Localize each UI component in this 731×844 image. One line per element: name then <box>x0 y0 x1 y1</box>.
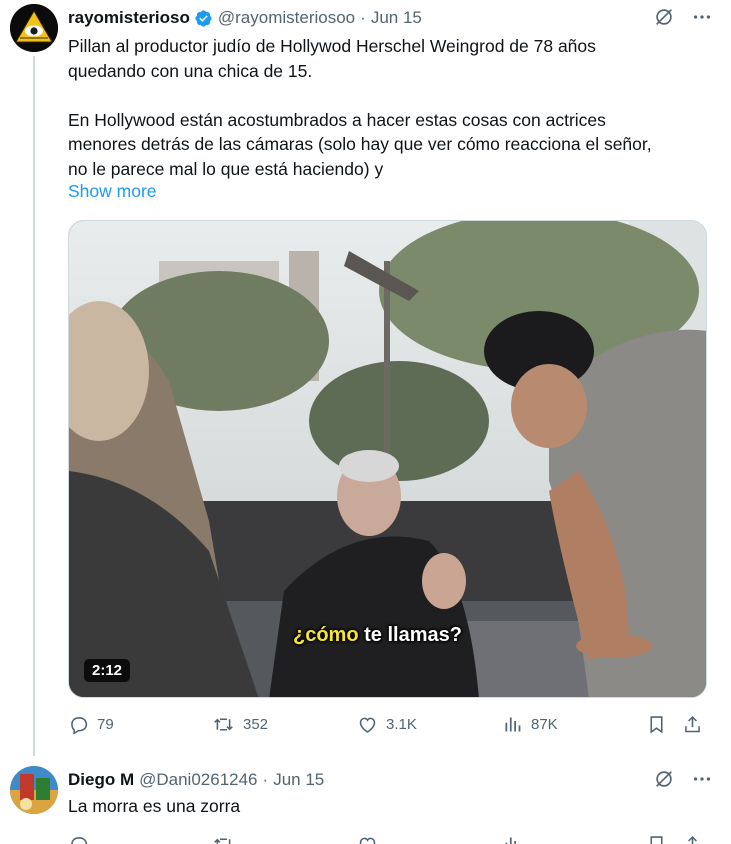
share-icon <box>685 715 700 733</box>
tweet-text-line: quedando con una chica de 15. <box>68 60 313 81</box>
tweet-top-icons <box>653 6 713 28</box>
grok-icon[interactable] <box>653 768 675 790</box>
video-duration-badge: 2:12 <box>84 659 131 682</box>
like-button[interactable]: 3.1K <box>357 714 417 735</box>
reply-actions <box>68 834 713 844</box>
more-icon[interactable] <box>691 6 713 28</box>
tweet-text-line: Pillan al productor judío de Hollywod He… <box>68 36 596 56</box>
reply-tweet[interactable]: Diego M @Dani0261246 · Jun 15 La morra e… <box>0 756 731 844</box>
thread-line <box>33 56 35 756</box>
reply-header: Diego M @Dani0261246 · Jun 15 <box>68 770 324 790</box>
repost-icon <box>214 718 233 731</box>
author-name[interactable]: rayomisterioso <box>68 8 190 28</box>
reply-author-avatar[interactable] <box>10 766 58 814</box>
views-count: 87K <box>531 716 558 733</box>
reply-top-icons <box>653 768 713 790</box>
like-icon <box>359 717 376 733</box>
repost-icon[interactable] <box>212 834 235 844</box>
share-icon[interactable] <box>682 834 703 844</box>
like-icon[interactable] <box>357 834 378 844</box>
share-button[interactable] <box>682 714 703 735</box>
bookmark-button[interactable] <box>646 714 667 735</box>
reply-author-name[interactable]: Diego M <box>68 770 134 790</box>
views-button[interactable]: 87K <box>502 714 558 735</box>
reply-icon[interactable] <box>68 834 89 844</box>
video-subtitle: ¿cómo te llamas? <box>293 624 462 647</box>
views-icon <box>505 717 521 732</box>
reply-author-handle[interactable]: @Dani0261246 <box>139 770 257 790</box>
subtitle-text: te llamas? <box>364 624 462 646</box>
reply-text: La morra es una zorra <box>68 796 241 816</box>
like-count: 3.1K <box>386 716 417 733</box>
reply-button[interactable]: 79 <box>68 714 114 735</box>
more-icon[interactable] <box>691 768 713 790</box>
bookmark-icon[interactable] <box>646 834 667 844</box>
tweet-text-line: En Hollywood están acostumbrados a hacer… <box>68 109 606 130</box>
repost-count: 352 <box>243 716 269 733</box>
grok-icon[interactable] <box>653 6 675 28</box>
tweet-header: rayomisterioso @rayomisteriosoo · Jun 15 <box>68 7 422 29</box>
author-avatar[interactable] <box>10 4 58 52</box>
author-handle[interactable]: @rayomisteriosoo <box>218 8 355 28</box>
bookmark-icon <box>650 716 663 734</box>
reply-date[interactable]: Jun 15 <box>273 770 324 790</box>
reply-icon <box>71 717 88 735</box>
verified-badge-icon <box>194 9 213 28</box>
views-icon[interactable] <box>502 834 523 844</box>
subtitle-highlight: ¿cómo <box>293 624 359 646</box>
reply-count: 79 <box>97 716 114 733</box>
show-more-link[interactable]: Show more <box>68 181 157 202</box>
separator-dot: · <box>360 8 366 27</box>
tweet-actions: 79 352 3.1K 87K <box>68 714 713 740</box>
repost-button[interactable]: 352 <box>212 714 268 735</box>
tweet-date[interactable]: Jun 15 <box>371 8 422 28</box>
tweet-text-line: menores detrás de las cámaras (solo hay … <box>68 134 652 154</box>
tweet-text-line: no le parece mal lo que está haciendo) y <box>68 158 384 179</box>
tweet-text: Pillan al productor judío de Hollywod He… <box>68 34 713 181</box>
separator-dot: · <box>262 770 269 789</box>
